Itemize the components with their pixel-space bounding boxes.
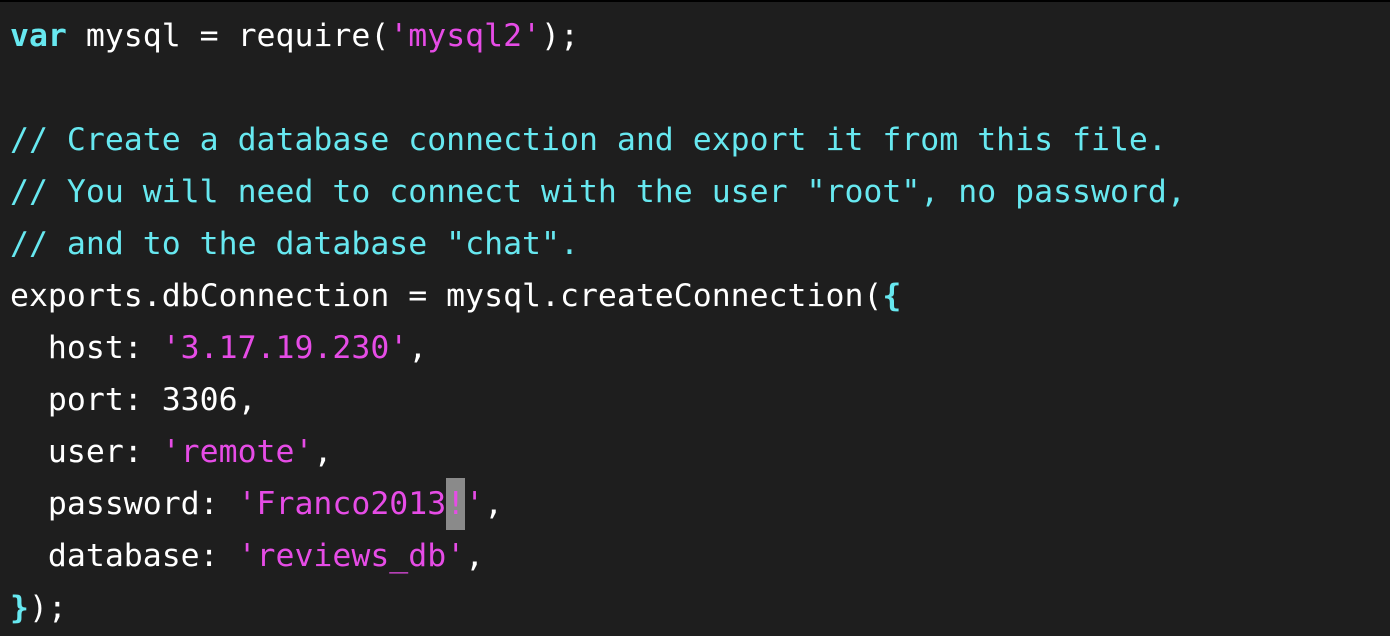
code-line: user: 'remote', xyxy=(10,426,1390,478)
code-line: var mysql = require('mysql2'); xyxy=(10,10,1390,62)
comment-token: // Create a database connection and expo… xyxy=(10,122,1167,158)
code-token: , xyxy=(408,330,428,366)
code-token: ); xyxy=(541,18,579,54)
code-line: exports.dbConnection = mysql.createConne… xyxy=(10,270,1390,322)
code-token: mysql = require( xyxy=(66,18,390,54)
code-token: , xyxy=(313,434,333,470)
code-token: host: xyxy=(10,330,162,366)
keyword-token: var xyxy=(10,18,67,54)
code-token: password: xyxy=(10,486,238,522)
code-line: // and to the database "chat". xyxy=(10,218,1390,270)
string-token: ' xyxy=(465,486,485,522)
brace-token: } xyxy=(10,590,29,626)
code-editor[interactable]: var mysql = require('mysql2'); // Create… xyxy=(0,2,1390,636)
string-token: 'remote' xyxy=(161,434,314,470)
string-token: 'Franco2013 xyxy=(237,486,447,522)
code-line: database: 'reviews_db', xyxy=(10,530,1390,582)
comment-token: // You will need to connect with the use… xyxy=(10,174,1186,210)
code-token: , xyxy=(484,486,504,522)
code-line: port: 3306, xyxy=(10,374,1390,426)
code-line: // You will need to connect with the use… xyxy=(10,166,1390,218)
code-token: , xyxy=(465,538,485,574)
comment-token: // and to the database "chat". xyxy=(10,226,579,262)
code-token: database: xyxy=(10,538,238,574)
brace-token: { xyxy=(882,278,902,314)
string-token: 'reviews_db' xyxy=(237,538,466,574)
code-line: }); xyxy=(10,582,1390,634)
code-line: password: 'Franco2013!', xyxy=(10,478,1390,530)
code-token: exports.dbConnection = mysql.createConne… xyxy=(10,278,883,314)
code-token: user: xyxy=(10,434,162,470)
string-token: '3.17.19.230' xyxy=(161,330,409,366)
code-line: // Create a database connection and expo… xyxy=(10,114,1390,166)
text-cursor: ! xyxy=(446,478,466,530)
code-token: port: 3306, xyxy=(10,382,257,418)
code-line: host: '3.17.19.230', xyxy=(10,322,1390,374)
code-token: ); xyxy=(28,590,67,626)
string-token: 'mysql2' xyxy=(389,18,542,54)
